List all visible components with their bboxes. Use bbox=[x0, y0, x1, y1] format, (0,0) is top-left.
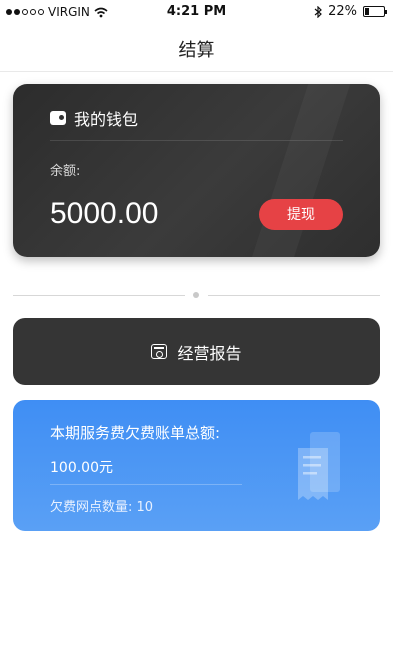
separator-dot bbox=[193, 292, 199, 298]
debt-title: 本期服务费欠费账单总额: bbox=[50, 424, 221, 442]
separator-line-right bbox=[208, 295, 380, 296]
nav-bar: 结算 bbox=[0, 24, 393, 72]
balance-label: 余额: bbox=[50, 164, 81, 179]
status-right: 22% bbox=[314, 4, 387, 19]
report-label: 经营报告 bbox=[177, 343, 242, 363]
receipt-icon bbox=[298, 432, 340, 500]
wallet-card: 我的钱包 余额: 5000.00 提现 bbox=[13, 84, 380, 257]
divider bbox=[50, 484, 242, 485]
withdraw-button[interactable]: 提现 bbox=[259, 199, 343, 230]
debt-amount: 100.00元 bbox=[50, 460, 113, 476]
report-icon bbox=[151, 344, 168, 359]
business-report-button[interactable]: 经营报告 bbox=[13, 318, 380, 385]
divider bbox=[50, 140, 343, 141]
debt-card[interactable]: 本期服务费欠费账单总额: 100.00元 欠费网点数量: 10 bbox=[13, 400, 380, 531]
balance-value: 5000.00 bbox=[50, 197, 159, 230]
battery-icon bbox=[363, 6, 387, 17]
battery-percent: 22% bbox=[328, 4, 357, 19]
wallet-header: 我的钱包 bbox=[50, 106, 138, 130]
wallet-icon bbox=[50, 111, 66, 125]
debt-outlet-count: 欠费网点数量: 10 bbox=[50, 500, 154, 515]
status-bar: VIRGIN 4:21 PM 22% bbox=[0, 0, 393, 24]
separator-line-left bbox=[13, 295, 185, 296]
bluetooth-icon bbox=[314, 5, 322, 18]
page-title: 结算 bbox=[178, 40, 215, 61]
wallet-title: 我的钱包 bbox=[74, 110, 139, 129]
